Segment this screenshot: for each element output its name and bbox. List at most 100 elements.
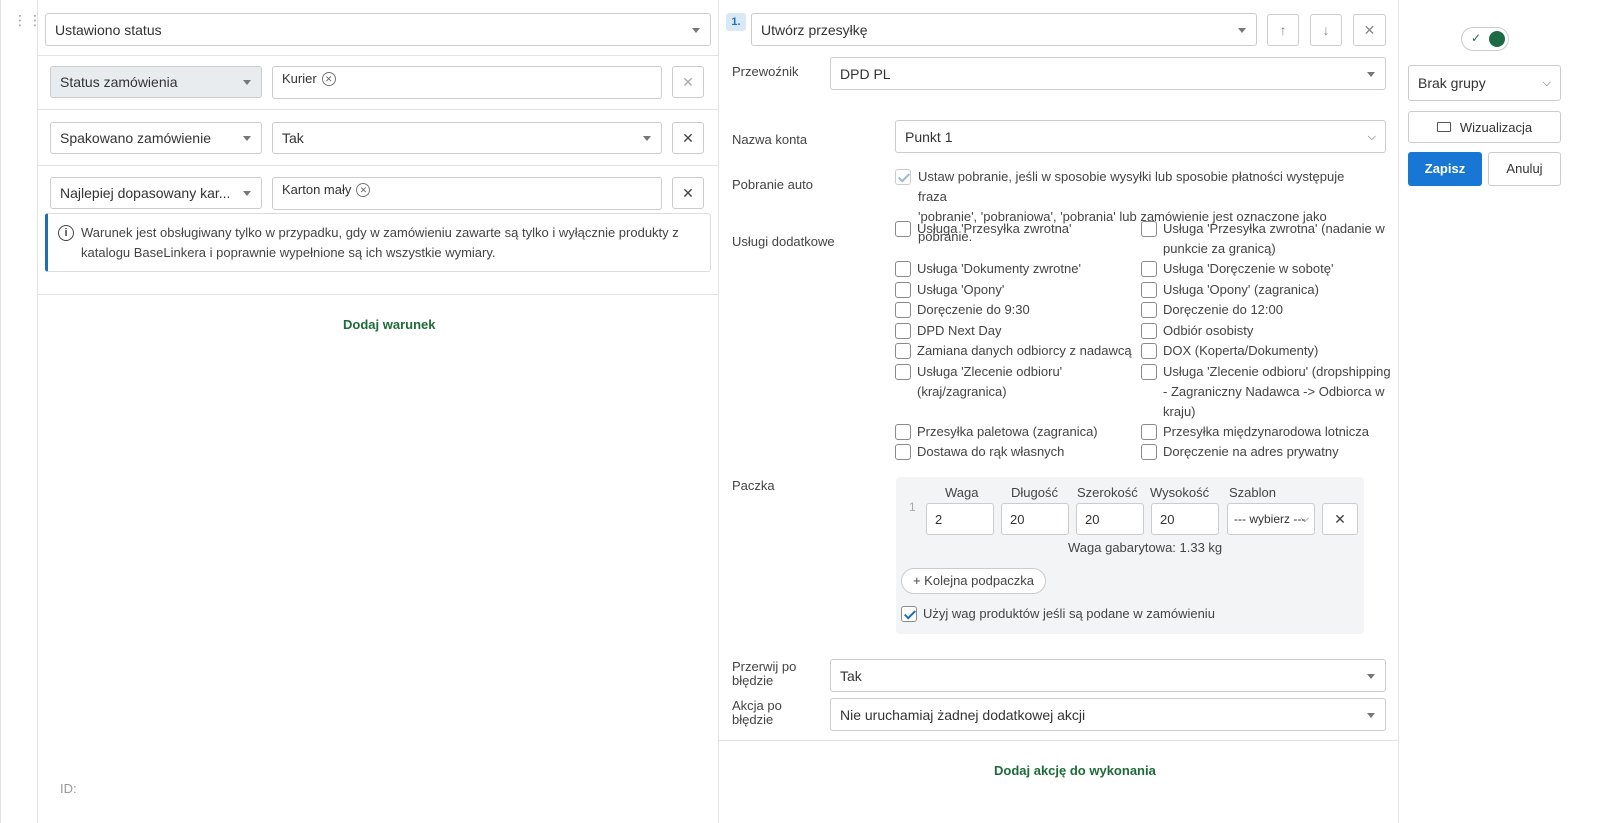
remove-condition-button[interactable]: ✕ [672, 122, 704, 154]
error-action-select[interactable]: Nie uruchamiaj żadnej dodatkowej akcji [830, 698, 1386, 731]
service-label: Przesyłka międzynarodowa lotnicza [1163, 422, 1369, 442]
service-checkbox[interactable] [895, 424, 911, 440]
add-subpackage-button[interactable]: + Kolejna podpaczka [901, 568, 1046, 594]
service-option[interactable]: Usługa 'Dokumenty zwrotne' [895, 259, 1081, 279]
service-option[interactable]: Usługa 'Przesyłka zwrotna' (nadanie w pun… [1141, 219, 1385, 259]
divider [38, 109, 718, 110]
remove-package-button[interactable]: ✕ [1322, 503, 1358, 535]
cancel-button[interactable]: Anuluj [1488, 152, 1561, 186]
account-select[interactable]: Punkt 1 ⌵ [895, 120, 1386, 153]
service-option[interactable]: Zamiana danych odbiorcy z nadawcą [895, 341, 1132, 361]
service-checkbox[interactable] [1141, 261, 1157, 277]
error-action-label-line: błędzie [732, 712, 774, 727]
condition-value-multiselect[interactable]: Karton mały ✕ [272, 177, 662, 210]
chevron-down-icon [643, 136, 651, 141]
template-select[interactable]: --- wybierz --- ⌵ [1227, 503, 1315, 535]
stop-on-error-select[interactable]: Tak [830, 659, 1386, 692]
service-label: Usługa 'Zlecenie odbioru' (kraj/zagranica… [917, 362, 1062, 402]
service-option[interactable]: Usługa 'Doręczenie w sobotę' [1141, 259, 1333, 279]
use-product-weights-checkbox[interactable] [901, 606, 917, 622]
remove-tag-icon[interactable]: ✕ [321, 71, 336, 86]
service-label-line: (kraj/zagranica) [917, 384, 1007, 399]
use-product-weights-option[interactable]: Użyj wag produktów jeśli są podane w zam… [901, 604, 1215, 624]
length-input[interactable]: 20 [1001, 503, 1069, 535]
service-checkbox[interactable] [895, 343, 911, 359]
service-label: Usługa 'Przesyłka zwrotna' (nadanie w pun… [1163, 219, 1385, 259]
service-label-line: Przesyłka paletowa (zagranica) [917, 424, 1098, 439]
width-input[interactable]: 20 [1076, 503, 1144, 535]
service-checkbox[interactable] [895, 444, 911, 460]
condition-value-multiselect[interactable]: Kurier ✕ [272, 66, 662, 99]
service-label-line: Usługa 'Zlecenie odbioru' (dropshipping [1163, 364, 1391, 379]
height-input[interactable]: 20 [1151, 503, 1219, 535]
remove-condition-button[interactable]: ✕ [672, 177, 704, 209]
service-checkbox[interactable] [895, 323, 911, 339]
dimensional-weight: Waga gabarytowa: 1.33 kg [1068, 540, 1223, 555]
service-checkbox[interactable] [1141, 364, 1157, 380]
condition-field-select[interactable]: Spakowano zamówienie [50, 122, 262, 154]
service-option[interactable]: Doręczenie do 12:00 [1141, 300, 1283, 320]
visualization-button[interactable]: Wizualizacja [1408, 111, 1561, 143]
stop-on-error-label-line: błędzie [732, 673, 774, 688]
cod-checkbox[interactable] [895, 169, 911, 185]
service-checkbox[interactable] [1141, 282, 1157, 298]
condition-value-select[interactable]: Tak [272, 122, 662, 154]
condition-field-select[interactable]: Status zamówienia [50, 66, 262, 98]
service-option[interactable]: Przesyłka paletowa (zagranica) [895, 422, 1098, 442]
service-checkbox[interactable] [895, 302, 911, 318]
trigger-select[interactable]: Ustawiono status [45, 13, 711, 46]
service-checkbox[interactable] [895, 261, 911, 277]
remove-condition-button[interactable]: ✕ [672, 66, 704, 98]
package-row-number: 1 [909, 500, 916, 514]
remove-action-button[interactable]: ✕ [1353, 14, 1386, 46]
carrier-label: Przewoźnik [732, 64, 799, 79]
service-option[interactable]: Usługa 'Przesyłka zwrotna' [895, 219, 1072, 239]
service-option[interactable]: Usługa 'Opony' [895, 280, 1004, 300]
service-checkbox[interactable] [1141, 424, 1157, 440]
move-down-button[interactable]: ↓ [1310, 14, 1342, 46]
service-option[interactable]: DOX (Koperta/Dokumenty) [1141, 341, 1318, 361]
service-checkbox[interactable] [1141, 444, 1157, 460]
add-condition-link[interactable]: Dodaj warunek [343, 317, 435, 332]
service-checkbox[interactable] [1141, 221, 1157, 237]
service-option[interactable]: Doręczenie na adres prywatny [1141, 442, 1339, 462]
action-type-select[interactable]: Utwórz przesyłkę [751, 13, 1257, 46]
chevron-down-icon [243, 80, 251, 85]
service-option[interactable]: Dostawa do rąk własnych [895, 442, 1064, 462]
service-label: Usługa 'Dokumenty zwrotne' [917, 259, 1081, 279]
close-icon: ✕ [682, 184, 694, 201]
move-up-button[interactable]: ↑ [1267, 14, 1299, 46]
services-label: Usługi dodatkowe [732, 234, 835, 249]
condition-field-select[interactable]: Najlepiej dopasowany kar... [50, 177, 262, 209]
template-value: --- wybierz --- [1234, 512, 1306, 526]
drag-handle-icon[interactable]: ⋮⋮ [13, 13, 42, 32]
service-option[interactable]: Przesyłka międzynarodowa lotnicza [1141, 422, 1369, 442]
add-action-link[interactable]: Dodaj akcję do wykonania [994, 763, 1156, 778]
trigger-select-value: Ustawiono status [55, 21, 162, 38]
service-option[interactable]: DPD Next Day [895, 321, 1002, 341]
remove-tag-icon[interactable]: ✕ [356, 182, 371, 197]
active-toggle[interactable]: ✓ [1461, 27, 1509, 51]
service-label-line: Usługa 'Opony' [917, 282, 1005, 297]
service-option[interactable]: Usługa 'Zlecenie odbioru' (kraj/zagranica… [895, 362, 1062, 402]
service-option[interactable]: Odbiór osobisty [1141, 321, 1253, 341]
carrier-select[interactable]: DPD PL [830, 57, 1386, 90]
group-select[interactable]: Brak grupy ⌵ [1408, 65, 1561, 101]
service-checkbox[interactable] [1141, 343, 1157, 359]
service-checkbox[interactable] [1141, 323, 1157, 339]
chevron-down-icon: ⌵ [1367, 130, 1376, 143]
weight-input[interactable]: 2 [926, 503, 994, 535]
service-checkbox[interactable] [895, 364, 911, 380]
divider [38, 165, 718, 166]
service-option[interactable]: Usługa 'Zlecenie odbioru' (dropshipping -… [1141, 362, 1391, 422]
service-label: Usługa 'Przesyłka zwrotna' [917, 219, 1072, 239]
service-option[interactable]: Usługa 'Opony' (zagranica) [1141, 280, 1319, 300]
chevron-down-icon [1367, 673, 1375, 679]
service-checkbox[interactable] [895, 282, 911, 298]
service-option[interactable]: Doręczenie do 9:30 [895, 300, 1030, 320]
service-checkbox[interactable] [1141, 302, 1157, 318]
service-label-line: Przesyłka międzynarodowa lotnicza [1163, 424, 1369, 439]
service-checkbox[interactable] [895, 221, 911, 237]
chevron-down-icon [1367, 712, 1375, 718]
save-button[interactable]: Zapisz [1408, 152, 1482, 186]
